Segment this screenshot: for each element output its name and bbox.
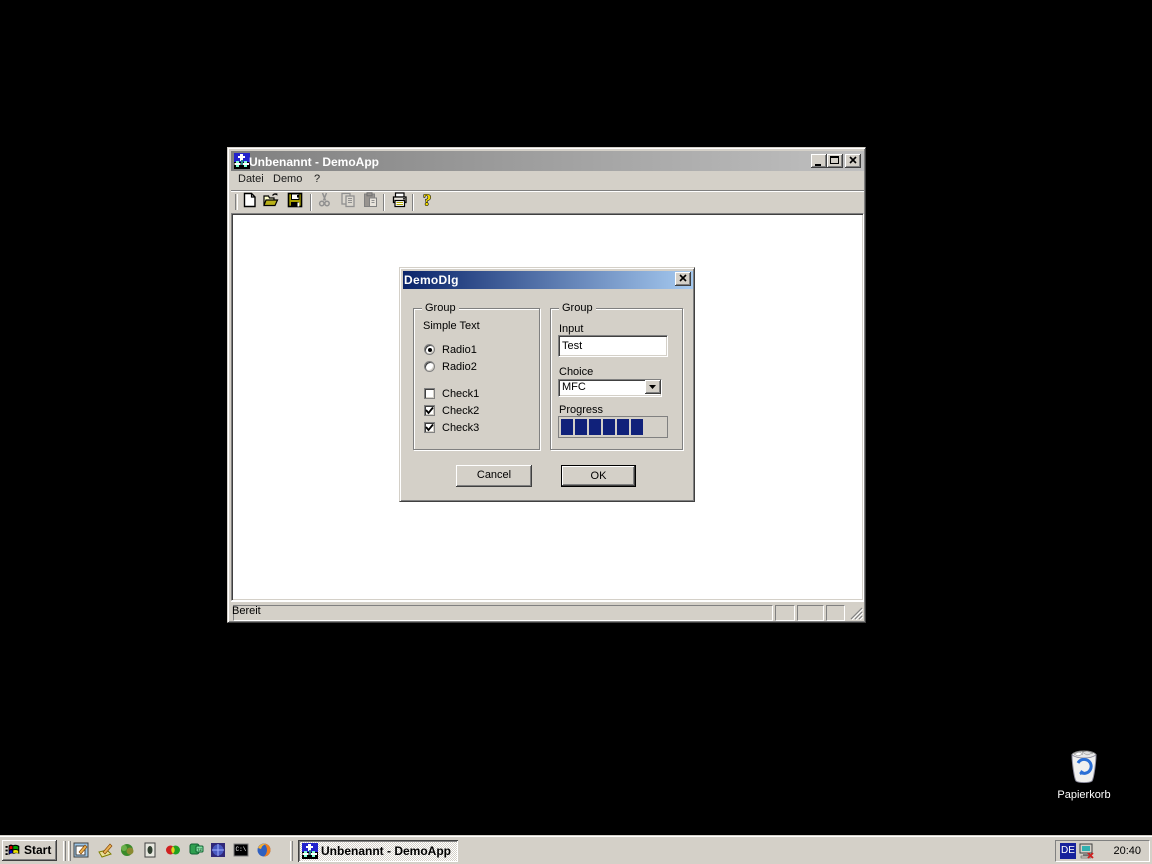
svg-text:?: ? <box>423 192 432 208</box>
svg-text:TZ: TZ <box>197 847 202 852</box>
svg-text:C:\: C:\ <box>236 846 247 853</box>
